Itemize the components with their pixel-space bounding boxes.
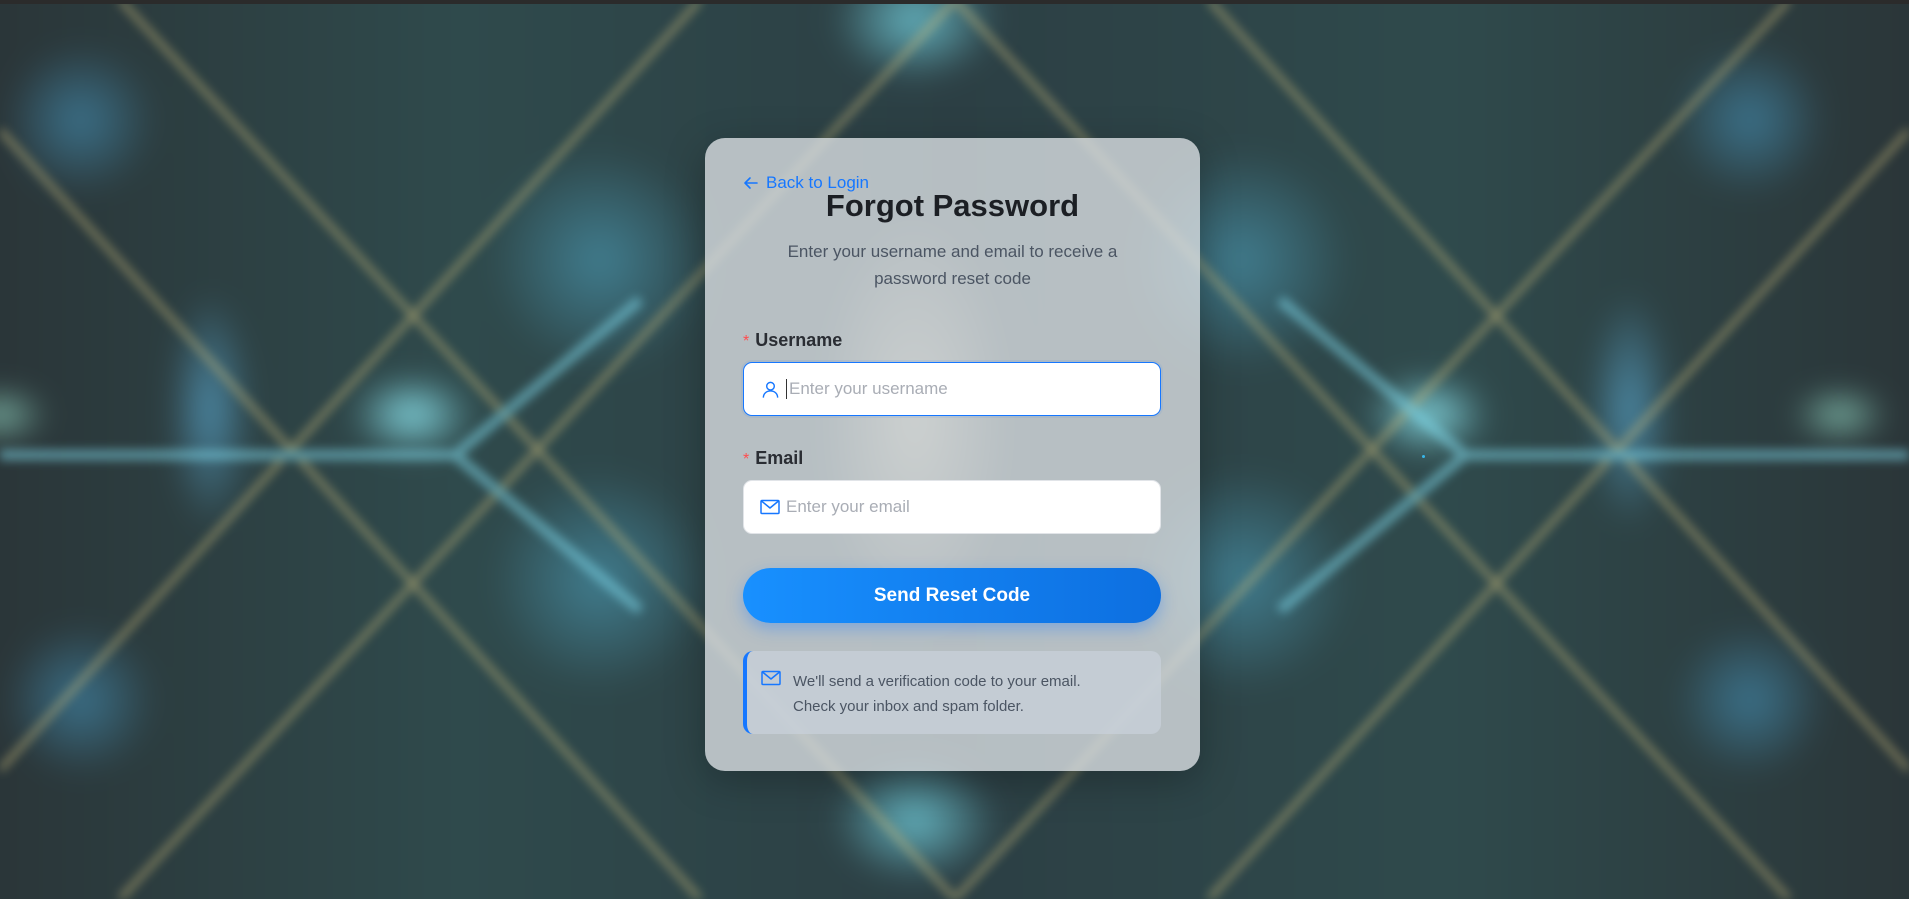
user-icon <box>760 379 780 399</box>
required-mark: * <box>743 333 750 350</box>
info-text: We'll send a verification code to your e… <box>793 673 1081 715</box>
mail-icon <box>760 497 780 517</box>
mail-icon <box>761 670 783 688</box>
info-notice: We'll send a verification code to your e… <box>743 651 1161 734</box>
required-mark: * <box>743 451 750 468</box>
forgot-password-card: Back to Login Forgot Password Enter your… <box>705 138 1200 771</box>
username-label-text: Username <box>755 330 843 350</box>
email-label: * Email <box>743 448 803 469</box>
email-input[interactable] <box>786 487 1146 527</box>
text-cursor <box>786 379 787 399</box>
window-top-border <box>0 0 1909 4</box>
username-label: * Username <box>743 330 842 351</box>
send-reset-code-button[interactable]: Send Reset Code <box>743 568 1161 623</box>
username-input[interactable] <box>789 369 1149 409</box>
username-field[interactable] <box>743 362 1161 416</box>
email-label-text: Email <box>755 448 804 468</box>
page-subtitle: Enter your username and email to receive… <box>787 242 1118 288</box>
page-title: Forgot Password <box>825 188 1080 223</box>
email-field[interactable] <box>743 480 1161 534</box>
background-dot <box>1422 455 1425 458</box>
